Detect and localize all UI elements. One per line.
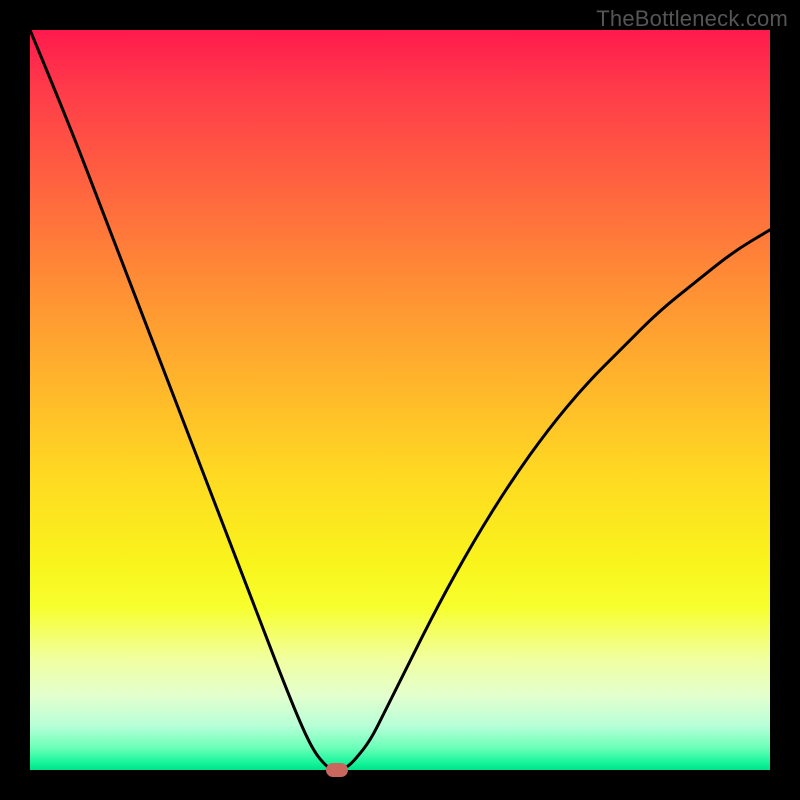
chart-frame: TheBottleneck.com <box>0 0 800 800</box>
bottleneck-curve-path <box>30 30 770 770</box>
plot-area <box>30 30 770 770</box>
curve-svg <box>30 30 770 770</box>
optimal-marker <box>326 763 348 777</box>
attribution-text: TheBottleneck.com <box>596 6 788 32</box>
